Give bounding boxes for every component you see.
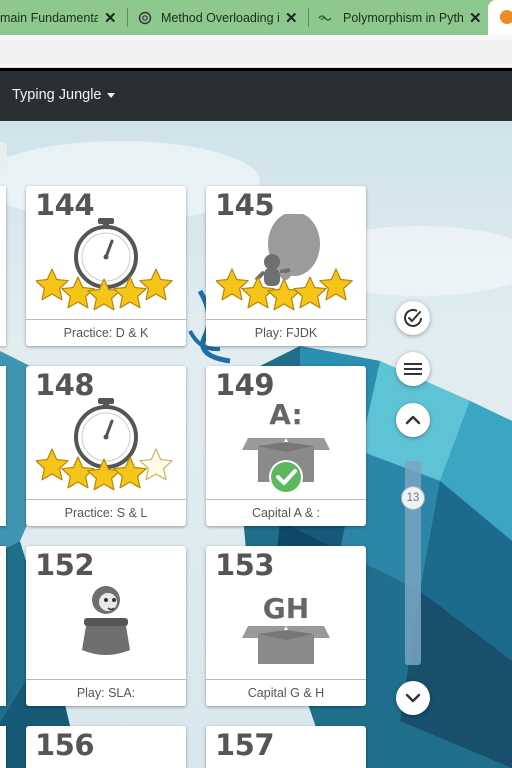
pot-creature-icon — [82, 586, 130, 655]
browser-tab-1[interactable]: main Fundamentals ✕ — [0, 0, 124, 35]
lesson-card-partial[interactable] — [0, 186, 6, 346]
tab-divider — [127, 8, 128, 27]
lesson-label: Practice: S & L — [26, 499, 186, 526]
lesson-card-partial[interactable] — [0, 546, 6, 706]
star-filled-icon — [139, 268, 173, 301]
chatgpt-icon — [138, 11, 152, 24]
star-filled-icon — [216, 268, 249, 301]
lesson-number: 156 — [35, 728, 95, 762]
tab-title: main Fundamentals — [0, 10, 98, 25]
scroll-up-button[interactable] — [396, 403, 430, 437]
close-icon[interactable]: ✕ — [469, 9, 482, 27]
menu-button[interactable] — [396, 352, 430, 386]
tab-title: Polymorphism in Pyth — [343, 10, 463, 25]
check-badge-icon — [269, 460, 303, 494]
browser-tab-bar: main Fundamentals ✕ Method Overloading i… — [0, 0, 512, 35]
address-field[interactable] — [0, 40, 512, 64]
open-box-icon — [242, 626, 330, 664]
close-icon[interactable]: ✕ — [104, 9, 117, 27]
caret-down-icon — [107, 92, 116, 98]
address-bar — [0, 35, 512, 68]
lesson-card-148[interactable]: 148 Practice: S & L — [26, 366, 186, 526]
star-rating — [36, 448, 173, 491]
duck-icon — [500, 10, 512, 24]
browser-tab-2[interactable]: Method Overloading i ✕ — [138, 0, 306, 35]
progress-check-button[interactable] — [396, 301, 430, 335]
lesson-label: Practice: D & K — [26, 319, 186, 346]
site-navbar: Typing Jungle — [0, 71, 512, 121]
lesson-card-156[interactable]: 156 — [26, 726, 186, 768]
side-panel-tab[interactable] — [0, 142, 7, 170]
lesson-card-152[interactable]: 152 Play: SLA: — [26, 546, 186, 706]
star-filled-icon — [87, 458, 121, 491]
lesson-label: Play: SLA: — [26, 679, 186, 706]
lesson-card-partial[interactable] — [0, 366, 6, 526]
browser-tab-active[interactable] — [488, 0, 512, 35]
close-icon[interactable]: ✕ — [285, 9, 298, 27]
star-rating — [36, 268, 173, 311]
star-filled-icon — [267, 278, 301, 311]
lesson-card-partial[interactable] — [0, 726, 6, 768]
page-indicator-thumb[interactable]: 13 — [401, 486, 425, 510]
check-circle-icon — [404, 308, 422, 327]
scroll-down-button[interactable] — [396, 681, 430, 715]
star-filled-icon — [87, 278, 121, 311]
lesson-label: Capital A & : — [206, 499, 366, 526]
tab-divider — [308, 8, 309, 27]
browser-tab-3[interactable]: Polymorphism in Pyth ✕ — [318, 0, 486, 35]
chevron-up-icon — [405, 415, 421, 425]
star-filled-icon — [36, 268, 69, 301]
chevron-down-icon — [405, 693, 421, 703]
lesson-number: 157 — [215, 728, 275, 762]
link-icon — [318, 14, 332, 21]
star-rating — [216, 268, 353, 311]
star-filled-icon — [36, 448, 69, 481]
tab-title: Method Overloading i — [161, 10, 279, 25]
lesson-label: Play: FJDK — [206, 319, 366, 346]
menu-icon — [404, 363, 422, 375]
lesson-label: Capital G & H — [206, 679, 366, 706]
brand-label: Typing Jungle — [12, 87, 102, 103]
lesson-card-153[interactable]: 153 GH Capital G & H — [206, 546, 366, 706]
star-empty-icon — [139, 448, 173, 481]
lesson-card-149[interactable]: 149 A: Capital A & : — [206, 366, 366, 526]
star-filled-icon — [319, 268, 353, 301]
lesson-card-144[interactable]: 144 Practice: D & K — [26, 186, 186, 346]
lesson-card-145[interactable]: 145 Play: FJDK — [206, 186, 366, 346]
lesson-card-157[interactable]: 157 — [206, 726, 366, 768]
brand-dropdown[interactable]: Typing Jungle — [12, 87, 116, 103]
